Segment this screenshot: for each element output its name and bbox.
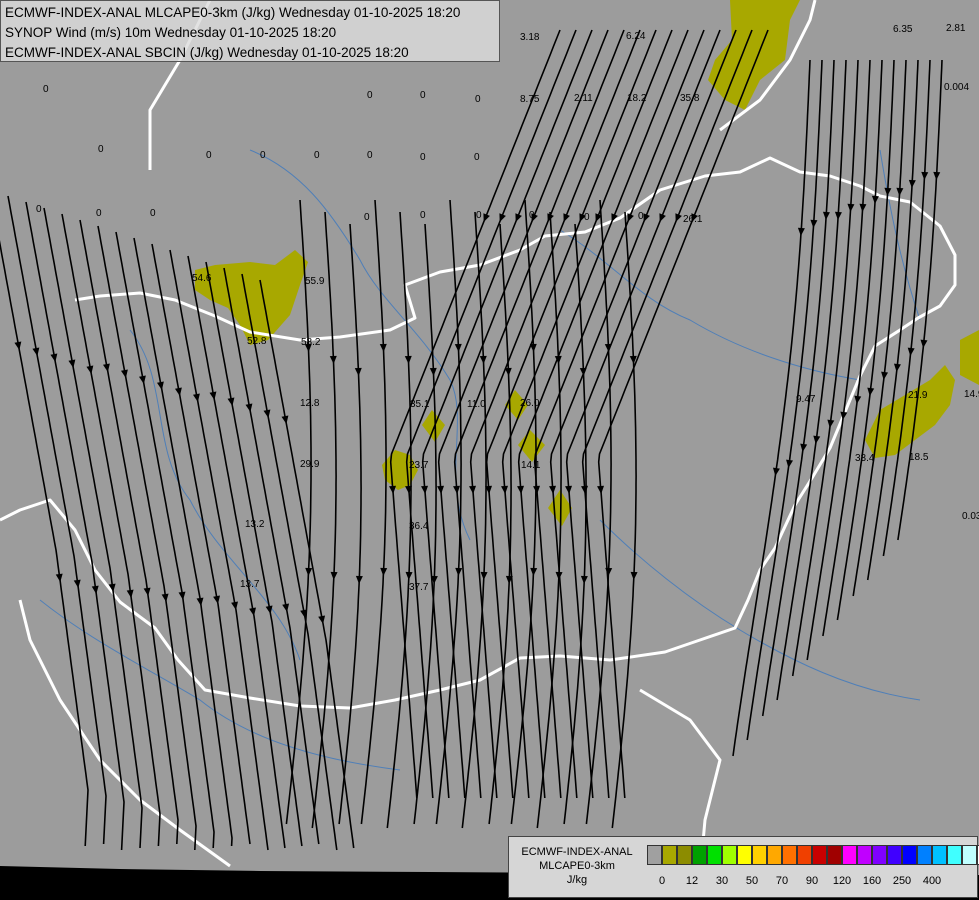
colorbar-swatch <box>647 845 662 865</box>
station-value: 0 <box>420 90 426 101</box>
weather-map: 3.18 6.24 6.35 2.81 0.004 8.75 2.11 18.2 35.8 26.… <box>0 0 979 900</box>
colorbar-swatch <box>767 845 782 865</box>
colorbar-swatch <box>692 845 707 865</box>
station-value: 2.81 <box>946 23 966 34</box>
station-value: 0 <box>96 208 102 219</box>
station-value: 13.7 <box>240 579 260 590</box>
station-value: 0 <box>420 210 426 221</box>
colorbar-tick-label: 50 <box>745 875 759 887</box>
station-value: 11.0 <box>467 399 486 410</box>
header-line-cape: ECMWF-INDEX-ANAL MLCAPE0-3km (J/kg) Wedn… <box>5 5 461 20</box>
colorbar-tick-label: 120 <box>832 875 852 887</box>
station-value: 0 <box>638 211 644 222</box>
station-value: 0 <box>529 210 535 221</box>
colorbar-swatch <box>662 845 677 865</box>
station-value: 0 <box>150 208 156 219</box>
station-value: 0 <box>367 150 373 161</box>
station-value: 0 <box>584 212 590 223</box>
colorbar-tick-label: 250 <box>892 875 912 887</box>
colorbar-legend: ECMWF-INDEX-ANAL MLCAPE0-3km J/kg 0 12 30 5… <box>508 836 979 898</box>
station-value: 18.5 <box>909 452 929 463</box>
station-value: 0 <box>475 94 481 105</box>
colorbar-swatch <box>827 845 842 865</box>
colorbar-tick-label: 0 <box>658 875 666 887</box>
station-value: 0 <box>206 150 212 161</box>
colorbar-swatch <box>947 845 962 865</box>
colorbar-tick-label: 30 <box>715 875 729 887</box>
station-value: 0 <box>420 152 426 163</box>
colorbar-swatch <box>872 845 887 865</box>
station-value: 35.1 <box>410 399 430 410</box>
station-value: 0 <box>43 84 49 95</box>
station-value: 14.9 <box>964 389 979 400</box>
station-value: 29.9 <box>300 459 320 470</box>
colorbar-tick-label: 12 <box>685 875 699 887</box>
colorbar-swatch <box>917 845 932 865</box>
station-value: 0 <box>314 150 320 161</box>
colorbar-swatch <box>677 845 692 865</box>
station-value: 6.24 <box>626 31 646 42</box>
colorbar-swatch <box>782 845 797 865</box>
colorbar-swatch <box>797 845 812 865</box>
station-value: 33.4 <box>855 453 875 464</box>
station-value: 26.1 <box>683 214 703 225</box>
station-value: 21.9 <box>908 390 928 401</box>
map-background <box>0 0 979 875</box>
colorbar-swatch <box>962 845 977 865</box>
colorbar-tick-label: 90 <box>805 875 819 887</box>
colorbar-title-unit: J/kg <box>566 874 588 886</box>
map-canvas: 3.18 6.24 6.35 2.81 0.004 8.75 2.11 18.2 35.8 26.… <box>0 0 979 900</box>
station-value: 0 <box>367 90 373 101</box>
station-value: 55.9 <box>305 276 325 287</box>
colorbar-tick-label: 160 <box>862 875 882 887</box>
station-value: 52.8 <box>247 336 267 347</box>
station-value: 37.7 <box>409 582 429 593</box>
station-value: 54.6 <box>192 273 212 284</box>
station-value: 0 <box>474 152 480 163</box>
station-value: 0 <box>260 150 266 161</box>
station-value: 0 <box>36 204 42 215</box>
colorbar-swatches <box>647 845 979 865</box>
station-value: 0 <box>476 210 482 221</box>
station-value: 58.2 <box>301 337 321 348</box>
colorbar-swatch <box>722 845 737 865</box>
station-value: 12.8 <box>300 398 320 409</box>
colorbar-swatch <box>707 845 722 865</box>
colorbar-title-field: MLCAPE0-3km <box>539 860 615 872</box>
station-value: 0 <box>364 212 370 223</box>
station-value: 35.8 <box>680 93 700 104</box>
station-value: 0.004 <box>944 82 969 93</box>
station-value: 9.47 <box>796 394 816 405</box>
colorbar-swatch <box>887 845 902 865</box>
station-value: 36.4 <box>409 521 429 532</box>
station-value: 13.2 <box>245 519 265 530</box>
colorbar-swatch <box>857 845 872 865</box>
colorbar-tick-label: 70 <box>775 875 789 887</box>
colorbar-swatch <box>812 845 827 865</box>
colorbar-swatch <box>752 845 767 865</box>
header-line-cin: ECMWF-INDEX-ANAL SBCIN (J/kg) Wednesday … <box>5 45 409 60</box>
map-header-legend: ECMWF-INDEX-ANAL MLCAPE0-3km (J/kg) Wedn… <box>0 0 500 62</box>
station-value: 6.35 <box>893 24 913 35</box>
colorbar-swatch <box>842 845 857 865</box>
station-value: 0 <box>98 144 104 155</box>
colorbar-ticks: 0 12 30 50 70 90 120 160 250 400 <box>647 875 977 889</box>
colorbar-title: ECMWF-INDEX-ANAL MLCAPE0-3km J/kg <box>513 845 641 887</box>
colorbar-title-model: ECMWF-INDEX-ANAL <box>521 846 633 858</box>
station-value: 0.03 <box>962 511 979 522</box>
station-value: 26.0 <box>520 398 540 409</box>
colorbar-swatch <box>932 845 947 865</box>
header-line-wind: SYNOP Wind (m/s) 10m Wednesday 01-10-202… <box>5 25 337 40</box>
station-value: 18.2 <box>627 93 647 104</box>
station-value: 23.7 <box>409 460 429 471</box>
station-value: 3.18 <box>520 32 540 43</box>
station-value: 14.1 <box>521 460 541 471</box>
colorbar-tick-label: 400 <box>922 875 942 887</box>
colorbar-swatch <box>902 845 917 865</box>
colorbar-swatch <box>737 845 752 865</box>
station-value: 2.11 <box>574 93 593 104</box>
station-value: 8.75 <box>520 94 540 105</box>
